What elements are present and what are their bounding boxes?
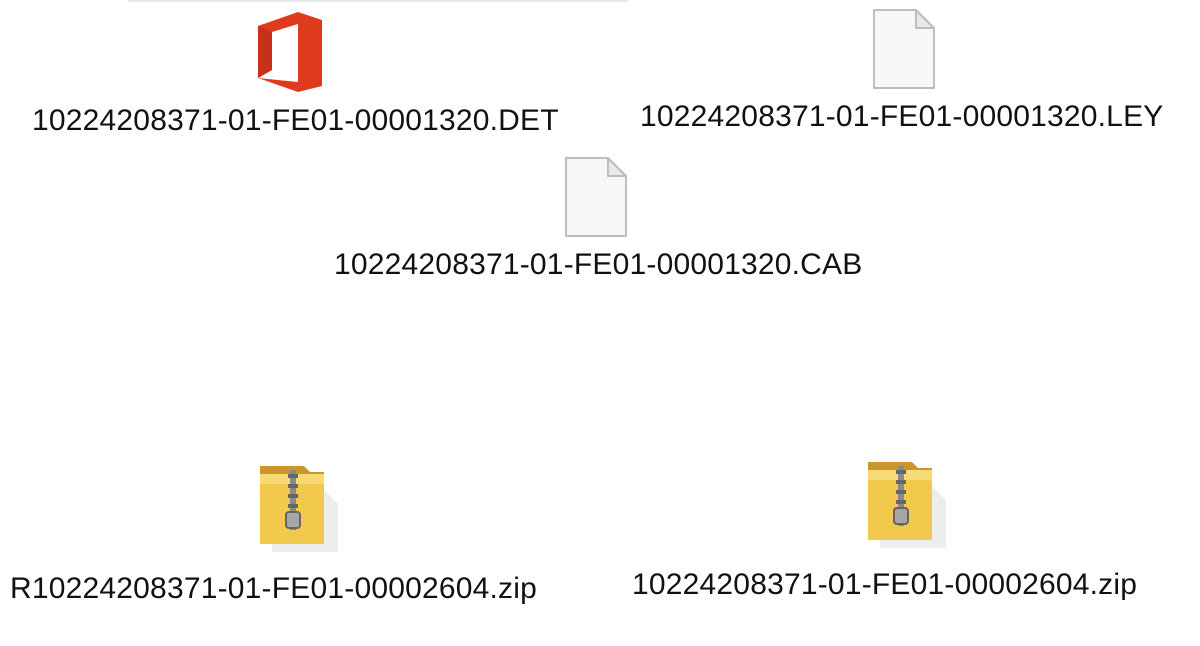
- file-explorer-icon-view: 10224208371-01-FE01-00001320.DET 1022420…: [0, 0, 1200, 646]
- blank-file-icon: [565, 157, 627, 237]
- blank-file-icon: [873, 9, 935, 89]
- file-item-det[interactable]: 10224208371-01-FE01-00001320.DET: [28, 10, 559, 145]
- divider: [128, 0, 628, 2]
- file-item-zip-r[interactable]: R10224208371-01-FE01-00002604.zip: [10, 460, 610, 620]
- file-item-zip[interactable]: 10224208371-01-FE01-00002604.zip: [630, 456, 1190, 616]
- zip-folder-icon: [260, 466, 338, 552]
- file-item-ley[interactable]: 10224208371-01-FE01-00001320.LEY: [636, 8, 1176, 138]
- file-name: R10224208371-01-FE01-00002604.zip: [10, 572, 538, 605]
- office-icon: [258, 12, 322, 92]
- file-name: 10224208371-01-FE01-00001320.DET: [32, 104, 559, 137]
- file-name: 10224208371-01-FE01-00001320.LEY: [640, 100, 1164, 133]
- file-name: 10224208371-01-FE01-00001320.CAB: [334, 248, 863, 281]
- file-name: 10224208371-01-FE01-00002604.zip: [632, 568, 1138, 601]
- zip-folder-icon: [868, 462, 946, 548]
- file-item-cab[interactable]: 10224208371-01-FE01-00001320.CAB: [332, 156, 872, 286]
